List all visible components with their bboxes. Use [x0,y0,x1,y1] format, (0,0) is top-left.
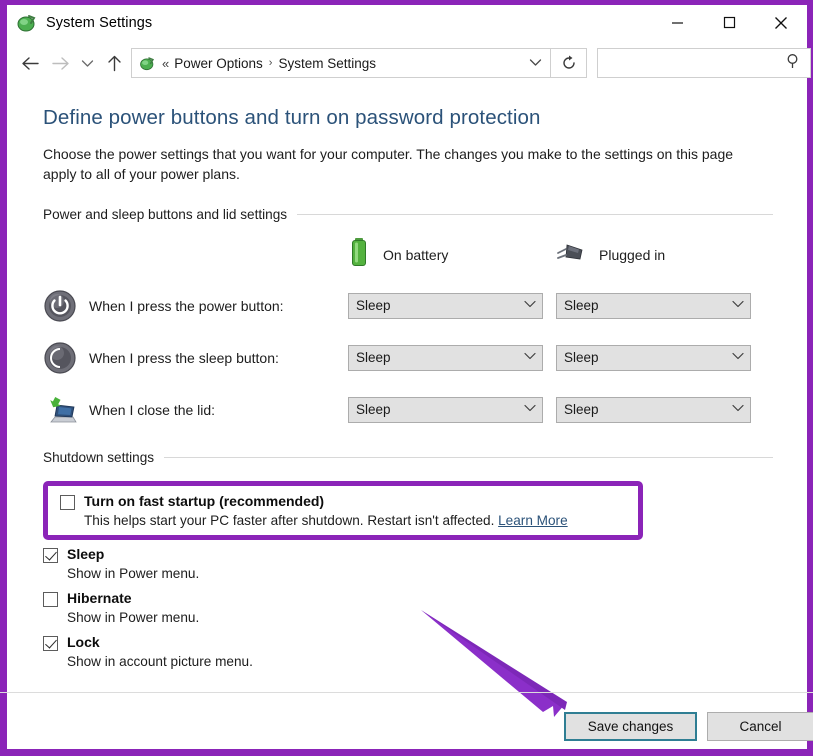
page-title: Define power buttons and turn on passwor… [43,106,541,129]
checkbox-label-fast-startup: Turn on fast startup (recommended) [84,492,325,509]
shutdown-group-heading: Shutdown settings [43,450,773,465]
breadcrumb-power-options-icon [139,55,156,72]
row-label-sleep-button: When I press the sleep button: [43,341,348,375]
dropdown-value: Sleep [356,402,391,418]
checkbox-label-hibernate: Hibernate [67,589,132,606]
chevron-down-icon [524,352,536,363]
search-box[interactable] [597,48,811,78]
dropdown-power-button-on-battery[interactable]: Sleep [348,292,543,319]
checkbox-fast-startup[interactable] [60,494,75,510]
dropdown-value: Sleep [564,402,599,418]
checkbox-sub-text: This helps start your PC faster after sh… [84,512,495,528]
power-group-heading: Power and sleep buttons and lid settings [43,207,773,222]
column-on-battery-label: On battery [383,246,449,263]
breadcrumb-overflow[interactable]: « [161,56,174,71]
column-on-battery: On battery [348,237,556,272]
power-button-icon [43,289,77,323]
row-label-text: When I press the sleep button: [89,349,279,366]
group-divider [297,213,773,215]
power-plug-icon [556,241,586,268]
checkbox-sub-sleep: Show in Power menu. [67,565,200,581]
dropdown-power-button-plugged-in[interactable]: Sleep [556,292,751,319]
address-chevron-down-icon[interactable] [529,54,546,72]
laptop-lid-icon [43,393,77,427]
footer-buttons: Save changes Cancel [564,712,813,741]
table-row: When I press the sleep button: Sleep Sle… [43,332,773,384]
chevron-down-icon [732,404,744,415]
back-arrow-icon[interactable] [15,48,45,78]
title-bar: System Settings [7,5,807,40]
dropdown-sleep-button-on-battery[interactable]: Sleep [348,344,543,371]
navigation-bar: « Power Options › System Settings [7,40,811,86]
checkbox-row-hibernate[interactable]: Hibernate [43,590,773,607]
checkbox-row-fast-startup[interactable]: Turn on fast startup (recommended) [60,493,628,510]
checkbox-sleep[interactable] [43,547,58,563]
dropdown-value: Sleep [356,298,391,314]
maximize-icon[interactable] [703,5,755,40]
checkbox-sub-hibernate: Show in Power menu. [67,609,200,625]
breadcrumb-item-system-settings[interactable]: System Settings [278,56,376,71]
recent-locations-chevron-down-icon[interactable] [75,48,99,78]
checkbox-label-lock: Lock [67,633,100,650]
address-bar[interactable]: « Power Options › System Settings [131,48,551,78]
table-row: When I close the lid: Sleep Sleep [43,384,773,436]
close-icon[interactable] [755,5,807,40]
row-label-text: When I press the power button: [89,297,284,314]
dropdown-value: Sleep [356,350,391,366]
sleep-button-icon [43,341,77,375]
search-input[interactable] [606,49,786,77]
refresh-icon[interactable] [551,48,587,78]
search-icon[interactable] [786,53,802,74]
column-headers: On battery Plugged in [43,238,773,272]
checkbox-row-sleep[interactable]: Sleep [43,546,773,563]
window-title: System Settings [46,14,153,31]
chevron-down-icon [524,404,536,415]
row-label-text: When I close the lid: [89,401,216,418]
checkbox-label-sleep: Sleep [67,545,105,562]
group-divider [164,456,773,458]
table-row: When I press the power button: Sleep Sle… [43,280,773,332]
power-options-icon [16,12,38,34]
minimize-icon[interactable] [651,5,703,40]
dropdown-close-lid-plugged-in[interactable]: Sleep [556,396,751,423]
shutdown-settings-group: Shutdown settings Turn on fast startup (… [43,450,773,669]
chevron-down-icon [732,300,744,311]
row-label-power-button: When I press the power button: [43,289,348,323]
row-label-close-lid: When I close the lid: [43,393,348,427]
checkbox-row-lock[interactable]: Lock [43,634,773,651]
dropdown-value: Sleep [564,298,599,314]
power-group-heading-label: Power and sleep buttons and lid settings [43,206,288,222]
page-content: Define power buttons and turn on passwor… [0,86,813,749]
save-changes-button[interactable]: Save changes [564,712,697,741]
column-plugged-in: Plugged in [556,241,764,268]
dropdown-value: Sleep [564,350,599,366]
window-controls [651,5,807,40]
chevron-down-icon [732,352,744,363]
battery-icon [348,237,370,272]
footer-divider [0,692,813,693]
dropdown-sleep-button-plugged-in[interactable]: Sleep [556,344,751,371]
chevron-down-icon [524,300,536,311]
dropdown-close-lid-on-battery[interactable]: Sleep [348,396,543,423]
checkbox-sub-fast-startup: This helps start your PC faster after sh… [84,513,628,528]
shutdown-group-heading-label: Shutdown settings [43,449,155,465]
learn-more-link[interactable]: Learn More [498,513,568,528]
up-arrow-icon[interactable] [99,48,129,78]
forward-arrow-icon [45,48,75,78]
fast-startup-highlight: Turn on fast startup (recommended) This … [43,480,643,540]
column-plugged-in-label: Plugged in [599,246,666,263]
checkbox-sub-lock: Show in account picture menu. [67,653,253,669]
page-description: Choose the power settings that you want … [43,146,734,183]
checkbox-hibernate[interactable] [43,591,58,607]
window-frame: System Settings « Power Options › System… [0,0,813,756]
cancel-button[interactable]: Cancel [707,712,813,741]
checkbox-lock[interactable] [43,635,58,651]
breadcrumb-item-power-options[interactable]: Power Options [174,56,263,71]
breadcrumb-separator: › [268,57,273,69]
